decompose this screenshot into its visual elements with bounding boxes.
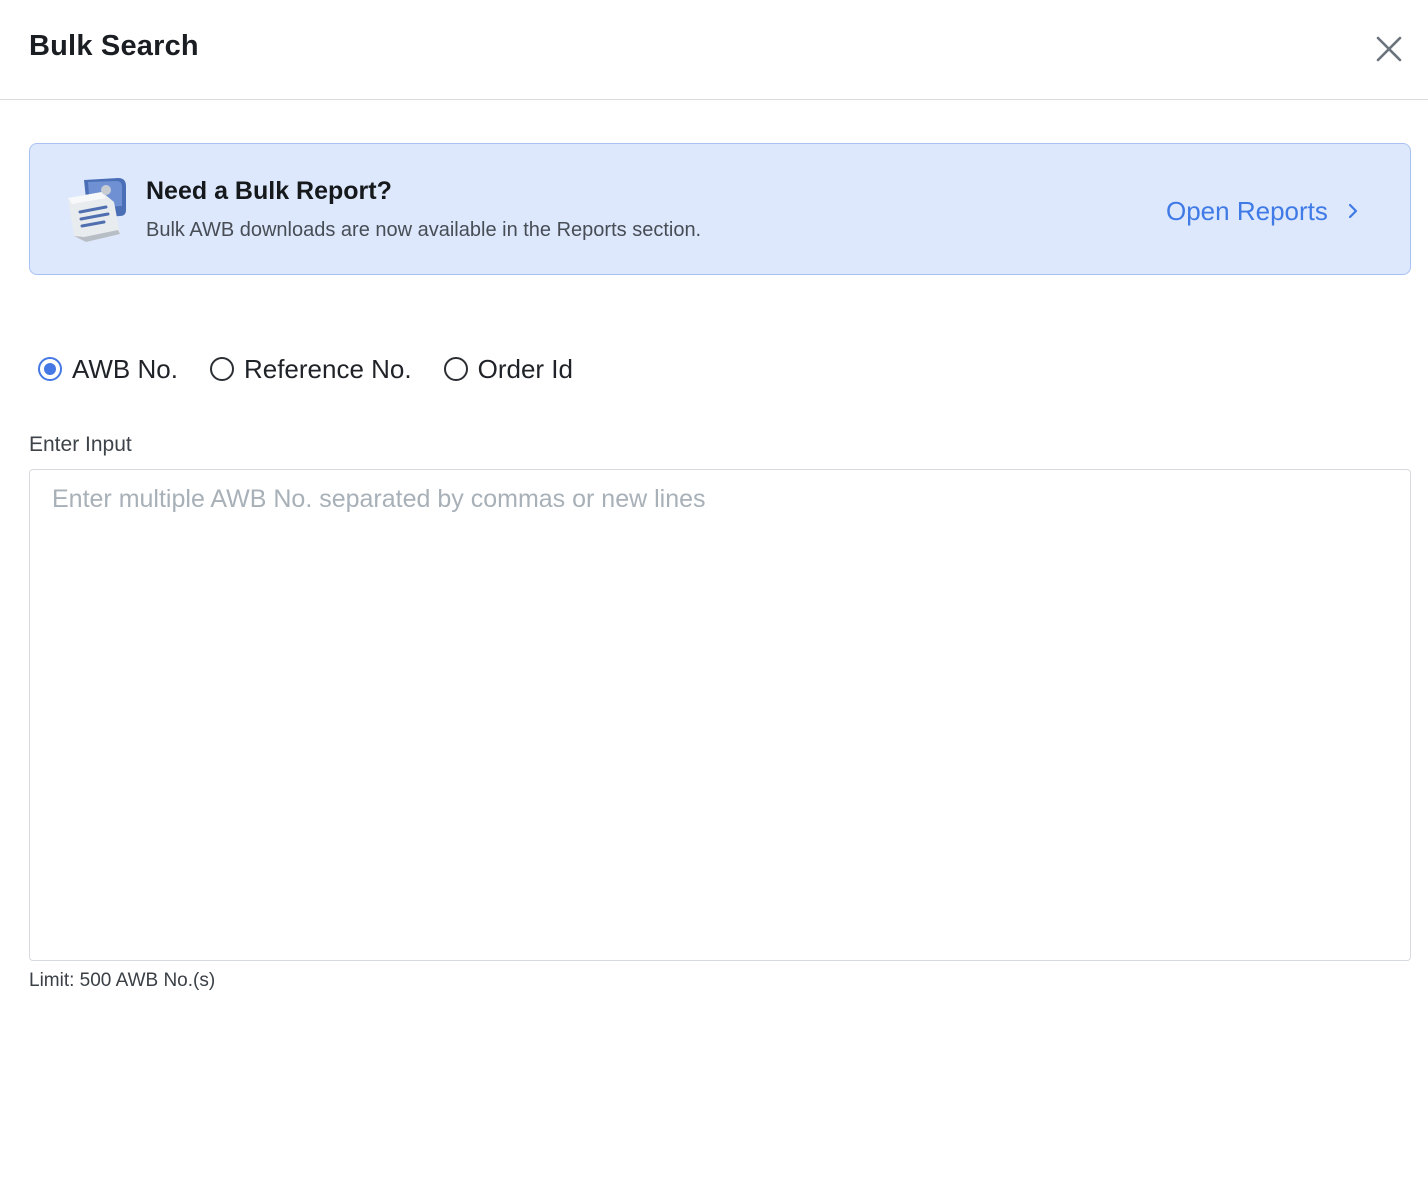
chevron-right-icon (1348, 203, 1357, 219)
page-title: Bulk Search (29, 30, 199, 62)
bulk-report-banner: Need a Bulk Report? Bulk AWB downloads a… (29, 143, 1411, 275)
bulk-search-modal: Bulk Search Need a Bulk Report? Bulk AWB… (0, 0, 1428, 1190)
close-button[interactable] (1372, 32, 1406, 66)
banner-subtitle: Bulk AWB downloads are now available in … (146, 219, 702, 241)
modal-header: Bulk Search (0, 0, 1428, 100)
radio-label-order-id: Order Id (477, 353, 573, 384)
input-limit-text: Limit: 500 AWB No.(s) (29, 970, 216, 991)
bulk-input-textarea[interactable] (29, 469, 1411, 961)
close-icon (1376, 36, 1402, 62)
radio-label-awb-no: AWB No. (72, 353, 178, 384)
search-type-radio-group: AWB No. Reference No. Order Id (38, 352, 605, 386)
radio-button-order-id[interactable] (443, 357, 468, 381)
radio-option-reference-no[interactable]: Reference No. (209, 353, 412, 385)
input-label: Enter Input (29, 433, 132, 456)
banner-title: Need a Bulk Report? (146, 177, 392, 205)
radio-button-reference-no[interactable] (209, 357, 234, 381)
open-reports-label: Open Reports (1166, 195, 1328, 226)
report-document-icon (68, 178, 126, 242)
radio-option-awb-no[interactable]: AWB No. (38, 354, 178, 385)
radio-button-awb-no[interactable] (38, 357, 62, 381)
open-reports-link[interactable]: Open Reports (1166, 194, 1360, 228)
radio-label-reference-no: Reference No. (243, 353, 412, 384)
radio-option-order-id[interactable]: Order Id (443, 353, 573, 385)
